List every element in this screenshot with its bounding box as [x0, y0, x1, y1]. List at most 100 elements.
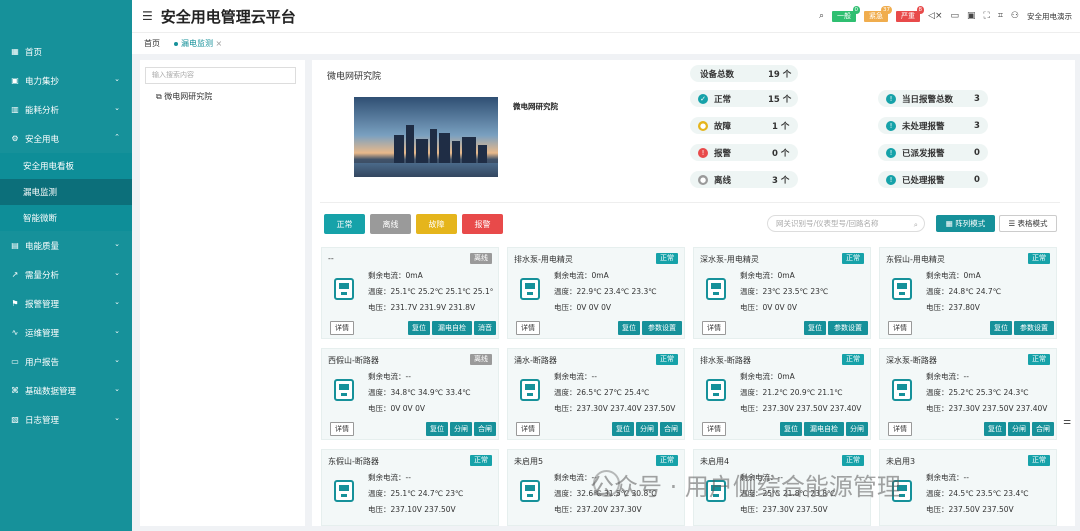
close-icon[interactable]: ×	[216, 39, 223, 48]
reading-temperature: 温度：25.2℃ 25.3℃ 24.3℃	[926, 388, 1029, 397]
card-action-button[interactable]: 参数设置	[828, 321, 868, 335]
card-action-button[interactable]: 分闸	[1008, 422, 1030, 436]
header-actions: ⌕ 一般 0 紧急 37 严重 8 ◁× ▭ ▣ ⛶ ⌗ ⚇ 安全用电演示	[819, 0, 1072, 32]
alarm-count: 0	[852, 5, 861, 14]
tree-search-input[interactable]: 输入搜索内容	[145, 67, 296, 84]
info-icon: !	[886, 121, 896, 131]
reading-voltage: 电压：237.50V 237.50V	[926, 505, 1014, 514]
tab-leakage-monitoring[interactable]: 漏电监测 ×	[174, 38, 222, 49]
filter-offline-button[interactable]: 离线	[370, 214, 411, 234]
reading-residual-current: 剩余电流：0mA	[926, 271, 981, 280]
offline-stat[interactable]: ● 离线 3 个	[690, 171, 798, 188]
detail-button[interactable]: 详情	[516, 321, 540, 335]
alarm-severe-badge[interactable]: 严重 8	[896, 5, 925, 22]
meter-icon: ▣	[11, 76, 19, 85]
page-title: 安全用电管理云平台	[160, 7, 296, 26]
sidebar-item-label: 能耗分析	[25, 105, 60, 116]
card-action-button[interactable]: 复位	[426, 422, 448, 436]
user-name[interactable]: 安全用电演示	[1027, 11, 1072, 22]
tree-node[interactable]: ⧉ 微电网研究院	[156, 91, 212, 102]
sidebar-item-label: 安全用电	[25, 134, 60, 145]
menu-toggle-icon[interactable]: ☰	[142, 9, 153, 23]
chevron-down-icon: ⌄	[114, 298, 120, 306]
sidebar-item-energy-analysis[interactable]: ▥ 能耗分析 ⌄	[0, 95, 132, 124]
fullscreen-icon[interactable]: ⛶	[984, 11, 990, 21]
detail-button[interactable]: 详情	[516, 422, 540, 436]
info-icon: !	[886, 175, 896, 185]
sidebar-subitem-smart-breaker[interactable]: 智能微断	[0, 205, 132, 231]
sidebar-item-label: 首页	[25, 47, 43, 58]
sidebar-item-home[interactable]: ▦ 首页	[0, 37, 132, 66]
detail-button[interactable]: 详情	[702, 422, 726, 436]
table-mode-button[interactable]: ☰ 表格模式	[999, 215, 1057, 232]
folder-icon: ⧉	[156, 92, 162, 101]
card-action-button[interactable]: 复位	[408, 321, 430, 335]
card-action-button[interactable]: 分闸	[846, 422, 868, 436]
device-card: 排水泵-断路器 正常 剩余电流：0mA 温度：21.2℃ 20.9℃ 21.1℃ 电压：…	[693, 348, 871, 440]
card-action-button[interactable]: 漏电自检	[432, 321, 472, 335]
sidebar-item-power-quality[interactable]: ▤ 电能质量 ⌄	[0, 231, 132, 260]
card-action-button[interactable]: 复位	[984, 422, 1006, 436]
handled-alarm-stat[interactable]: ! 已处理报警 0	[878, 171, 988, 188]
card-action-button[interactable]: 参数设置	[642, 321, 682, 335]
card-action-button[interactable]: 漏电自检	[804, 422, 844, 436]
screen-icon[interactable]: ▭	[951, 11, 960, 21]
card-action-button[interactable]: 复位	[990, 321, 1012, 335]
trend-icon: ↗	[11, 270, 19, 279]
detail-button[interactable]: 详情	[888, 422, 912, 436]
reading-temperature: 温度：23℃ 23.5℃ 23℃	[740, 287, 829, 296]
alarm-urgent-badge[interactable]: 紧急 37	[864, 5, 893, 22]
card-action-button[interactable]: 复位	[780, 422, 802, 436]
alarm-icon: ⚑	[11, 299, 19, 308]
grid-mode-button[interactable]: ▦ 阵列模式	[936, 215, 995, 232]
card-action-button[interactable]: 合闸	[660, 422, 682, 436]
alarm-general-badge[interactable]: 一般 0	[832, 5, 861, 22]
sidebar-item-electrical-safety[interactable]: ⚙ 安全用电 ⌃	[0, 124, 132, 153]
sidebar-item-user-report[interactable]: ▭ 用户报告 ⌄	[0, 347, 132, 376]
fault-icon: ●	[698, 121, 708, 131]
card-action-button[interactable]: 消音	[474, 321, 496, 335]
device-search-input[interactable]: 网关识别号/仪表型号/回路名称 ⌕	[767, 215, 925, 232]
card-action-button[interactable]: 合闸	[1032, 422, 1054, 436]
sidebar-item-demand-analysis[interactable]: ↗ 需量分析 ⌄	[0, 260, 132, 289]
sidebar-item-basic-data[interactable]: ⌘ 基础数据管理 ⌄	[0, 376, 132, 405]
card-action-button[interactable]: 复位	[618, 321, 640, 335]
card-action-button[interactable]: 复位	[612, 422, 634, 436]
status-badge: 正常	[1028, 455, 1050, 466]
sidebar-item-alarm-management[interactable]: ⚑ 报警管理 ⌄	[0, 289, 132, 318]
sidebar-item-operations[interactable]: ∿ 运维管理 ⌄	[0, 318, 132, 347]
sidebar-subitem-leakage-monitoring[interactable]: 漏电监测	[0, 179, 132, 205]
theme-shirt-icon[interactable]: ⚇	[1011, 11, 1019, 21]
card-action-button[interactable]: 合闸	[474, 422, 496, 436]
reading-voltage: 电压：231.7V 231.9V 231.8V	[368, 303, 476, 312]
settings-sliders-icon[interactable]: ⚌	[1063, 417, 1071, 427]
detail-button[interactable]: 详情	[330, 321, 354, 335]
card-action-button[interactable]: 参数设置	[1014, 321, 1054, 335]
detail-button[interactable]: 详情	[702, 321, 726, 335]
detail-button[interactable]: 详情	[888, 321, 912, 335]
tab-home[interactable]: 首页	[144, 38, 160, 49]
sidebar-item-log-management[interactable]: ▧ 日志管理 ⌄	[0, 405, 132, 434]
meter-device-icon	[334, 379, 354, 401]
dispatched-alarm-stat[interactable]: ! 已派发报警 0	[878, 144, 988, 161]
filter-fault-button[interactable]: 故障	[416, 214, 457, 234]
detail-button[interactable]: 详情	[330, 422, 354, 436]
card-action-button[interactable]: 分闸	[636, 422, 658, 436]
mute-icon[interactable]: ◁×	[928, 11, 942, 21]
card-action-button[interactable]: 复位	[804, 321, 826, 335]
search-icon[interactable]: ⌕	[914, 217, 918, 232]
card-action-button[interactable]: 分闸	[450, 422, 472, 436]
filter-alarm-button[interactable]: 报警	[462, 214, 503, 234]
sidebar-subitem-safety-dashboard[interactable]: 安全用电看板	[0, 153, 132, 179]
language-icon[interactable]: ⌗	[998, 11, 1003, 21]
normal-stat[interactable]: ✓ 正常 15 个	[690, 90, 798, 107]
today-alarm-stat[interactable]: ! 当日报警总数 3	[878, 90, 988, 107]
filter-normal-button[interactable]: 正常	[324, 214, 365, 234]
stat-label: 当日报警总数	[902, 94, 954, 105]
display-icon[interactable]: ▣	[967, 11, 976, 21]
search-icon[interactable]: ⌕	[819, 11, 824, 21]
fault-stat[interactable]: ● 故障 1 个	[690, 117, 798, 134]
alarm-stat[interactable]: ! 报警 0 个	[690, 144, 798, 161]
sidebar-item-meter-reading[interactable]: ▣ 电力集抄 ⌄	[0, 66, 132, 95]
unhandled-alarm-stat[interactable]: ! 未处理报警 3	[878, 117, 988, 134]
